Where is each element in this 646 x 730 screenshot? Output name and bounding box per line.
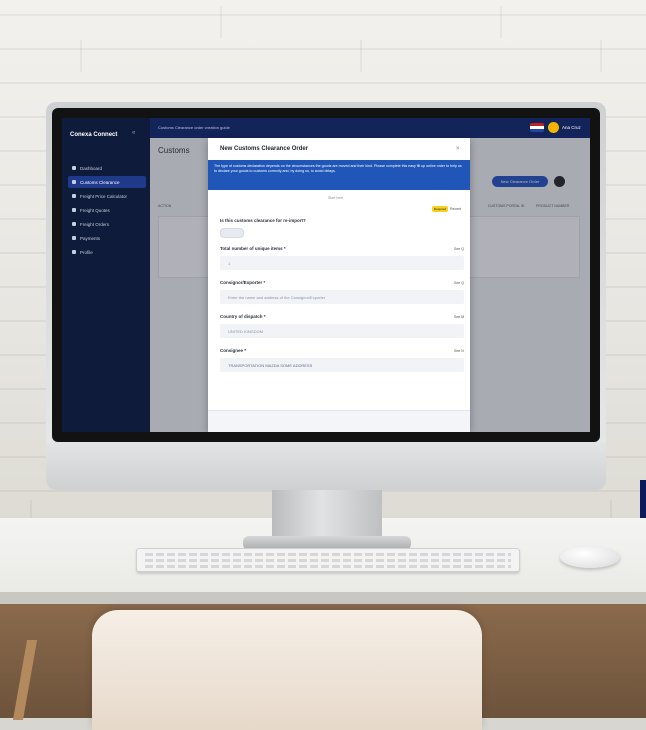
info-banner: The type of customs declaration depends … bbox=[208, 160, 470, 190]
see-all-link[interactable]: See M bbox=[454, 315, 464, 319]
user-icon bbox=[72, 250, 76, 254]
sidebar-item-freight-price-calculator[interactable]: Freight Price Calculator bbox=[68, 190, 146, 202]
top-bar: Customs Clearance order creation guide A… bbox=[150, 118, 590, 138]
customs-icon bbox=[72, 180, 76, 184]
monitor-chin bbox=[46, 442, 606, 490]
keyboard-row bbox=[145, 559, 511, 562]
breadcrumb: Customs Clearance order creation guide bbox=[158, 125, 230, 130]
brick-joint bbox=[220, 6, 222, 38]
step-label: Start here bbox=[328, 196, 344, 200]
monitor-screen: Conexa Connect « Dashboard Customs Clear… bbox=[62, 118, 590, 432]
brick-joint bbox=[600, 40, 602, 72]
keyboard-row bbox=[145, 565, 511, 568]
question-label: Country of dispatch * bbox=[220, 314, 266, 319]
sidebar-item-profile[interactable]: Profile bbox=[68, 246, 146, 258]
sidebar-item-dashboard[interactable]: Dashboard bbox=[68, 162, 146, 174]
sidebar-item-label: Dashboard bbox=[80, 165, 103, 171]
see-all-link[interactable]: See Q bbox=[454, 247, 464, 251]
sidebar-item-payments[interactable]: Payments bbox=[68, 232, 146, 244]
truck-icon bbox=[72, 222, 76, 226]
consignee-field[interactable]: TRANSPORTATION MAZDA SOME ADDRESS bbox=[220, 358, 464, 372]
unique-items-field[interactable]: 1 bbox=[220, 256, 464, 270]
sidebar-item-label: Payments bbox=[80, 235, 101, 241]
quote-icon bbox=[72, 208, 76, 212]
sidebar-item-label: Freight Quotes bbox=[80, 207, 110, 213]
modal-footer bbox=[208, 410, 470, 432]
consignor-field[interactable]: Enter the name and address of the Consig… bbox=[220, 290, 464, 304]
chair-back bbox=[92, 610, 482, 730]
avatar[interactable] bbox=[548, 122, 559, 133]
sidebar-item-label: Customs Clearance bbox=[80, 179, 120, 185]
brick-joint bbox=[80, 40, 82, 72]
app-logo: Conexa Connect bbox=[70, 132, 118, 138]
country-field[interactable]: UNITED KINGDOM bbox=[220, 324, 464, 338]
monitor: Conexa Connect « Dashboard Customs Clear… bbox=[46, 102, 606, 490]
dashboard-icon bbox=[72, 166, 76, 170]
sidebar-item-label: Freight Price Calculator bbox=[80, 193, 128, 199]
question-label: Total number of unique items * bbox=[220, 246, 286, 251]
banner-text: The type of customs declaration depends … bbox=[214, 164, 462, 173]
question-label: Is this customs clearance for re-import? bbox=[220, 218, 306, 223]
modal-title: New Customs Clearance Order bbox=[220, 146, 309, 152]
user-name[interactable]: Ana Cruz bbox=[562, 125, 581, 130]
see-all-link[interactable]: See Q bbox=[454, 281, 464, 285]
sidebar-item-freight-orders[interactable]: Freight Orders bbox=[68, 218, 146, 230]
reimport-toggle[interactable] bbox=[220, 228, 244, 238]
close-icon[interactable]: × bbox=[456, 146, 460, 152]
brick-joint bbox=[360, 40, 362, 72]
collapse-icon[interactable]: « bbox=[132, 130, 135, 136]
question-label: Consignee * bbox=[220, 348, 247, 353]
status-badge: Required bbox=[432, 206, 448, 212]
badge-note: Recent bbox=[450, 207, 462, 211]
calculator-icon bbox=[72, 194, 76, 198]
keyboard bbox=[136, 548, 520, 572]
sidebar-item-label: Freight Orders bbox=[80, 221, 110, 227]
brick-joint bbox=[500, 6, 502, 38]
mouse bbox=[560, 546, 620, 568]
sidebar-item-label: Profile bbox=[80, 249, 93, 255]
keyboard-row bbox=[145, 553, 511, 556]
monitor-bezel: Conexa Connect « Dashboard Customs Clear… bbox=[52, 108, 600, 442]
new-order-modal: New Customs Clearance Order × The type o… bbox=[208, 138, 470, 432]
dollar-icon bbox=[72, 236, 76, 240]
sidebar-item-customs-clearance[interactable]: Customs Clearance bbox=[68, 176, 146, 188]
question-label: Consignor/Exporter * bbox=[220, 280, 266, 285]
sidebar-item-freight-quotes[interactable]: Freight Quotes bbox=[68, 204, 146, 216]
see-all-link[interactable]: See N bbox=[454, 349, 464, 353]
sidebar: Conexa Connect « Dashboard Customs Clear… bbox=[62, 118, 150, 432]
language-flag-icon[interactable] bbox=[530, 123, 544, 132]
